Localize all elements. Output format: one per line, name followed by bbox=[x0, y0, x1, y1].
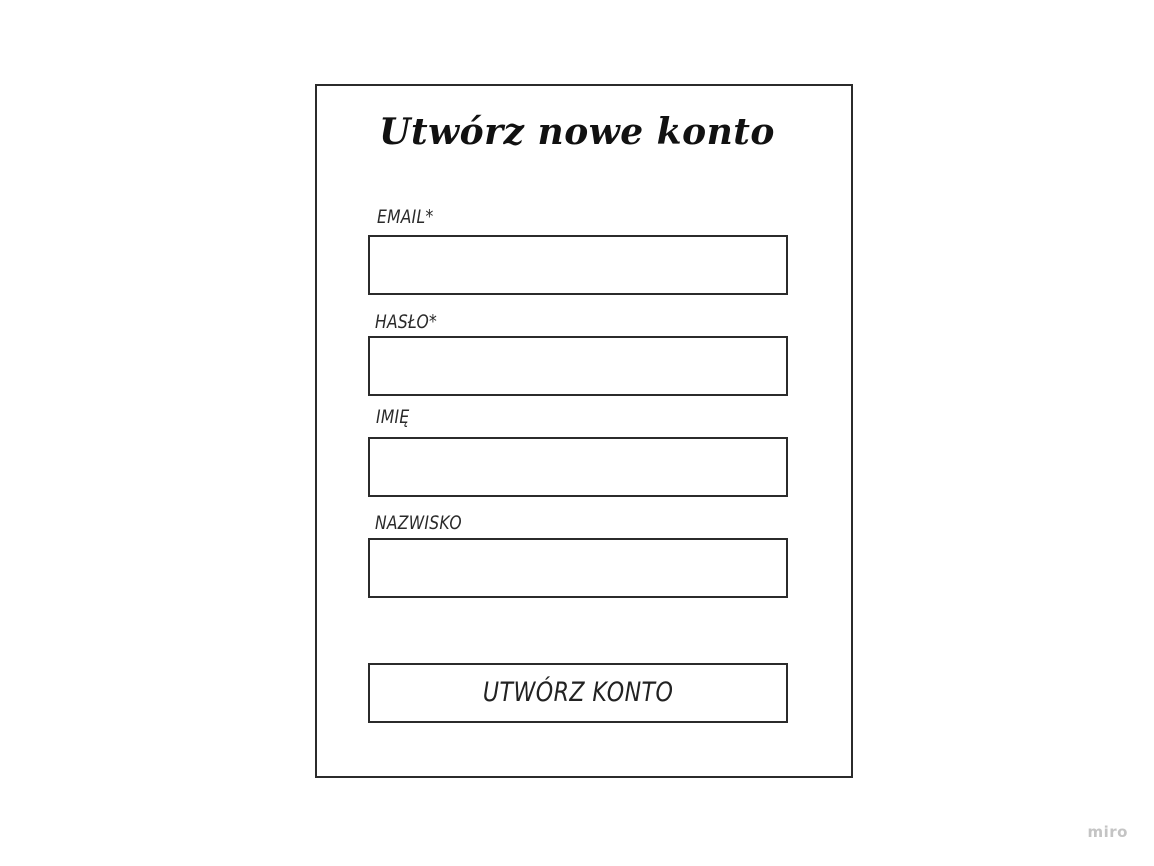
create-account-button[interactable]: UTWÓRZ KONTO bbox=[368, 663, 788, 723]
last-name-field[interactable] bbox=[368, 538, 788, 598]
email-label: EMAIL* bbox=[377, 206, 434, 228]
form-title: Utwórz nowe konto bbox=[379, 111, 775, 153]
password-label: HASŁO* bbox=[375, 311, 438, 333]
miro-watermark: miro bbox=[1087, 823, 1128, 841]
first-name-label: IMIĘ bbox=[376, 406, 410, 428]
create-account-button-label: UTWÓRZ KONTO bbox=[482, 677, 674, 708]
last-name-label: NAZWISKO bbox=[375, 512, 462, 534]
email-field[interactable] bbox=[368, 235, 788, 295]
password-field[interactable] bbox=[368, 336, 788, 396]
first-name-field[interactable] bbox=[368, 437, 788, 497]
